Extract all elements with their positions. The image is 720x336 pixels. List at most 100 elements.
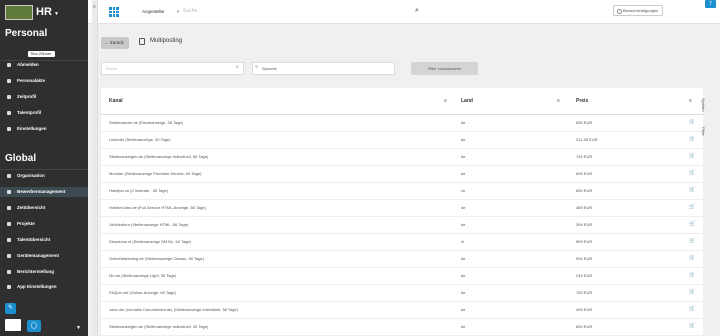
column-header-preis[interactable]: Preis [576, 98, 588, 104]
cart-icon[interactable]: 🛒 [689, 204, 695, 210]
page-title: Multiposting [150, 38, 183, 44]
cart-icon[interactable]: 🛒 [689, 255, 695, 261]
sidebar-item-label: Talentübersicht [17, 237, 51, 242]
cart-icon[interactable]: 🛒 [689, 170, 695, 176]
cell-kanal: Süddeutsche.de (Einzelanzeige, 28 Tage) [109, 120, 183, 125]
filter-side-tab[interactable]: Filter [701, 127, 706, 136]
cart-icon[interactable]: 🛒 [689, 289, 695, 295]
employee-selector[interactable]: Angestellte [142, 9, 164, 14]
sidebar-item-label: Abmelden [17, 62, 39, 67]
report-icon [7, 270, 11, 274]
cell-kanal: t3n.de (Stellenanzeige Light, 30 Tage) [109, 273, 177, 278]
file-icon [7, 79, 11, 83]
cell-land: de [461, 222, 466, 227]
cell-land: de [461, 307, 466, 312]
sidebar-item-projekte[interactable]: Projekte [0, 219, 88, 229]
search-input[interactable]: Suche [101, 62, 244, 75]
back-button[interactable]: Zurück [101, 37, 129, 49]
sidebar-item-label: Zeitprofil [17, 94, 37, 99]
status-button[interactable]: ◯ [27, 320, 41, 332]
table-row[interactable]: FAZjob.net (Online-Anzeige, 60 Tage) de 75… [101, 285, 703, 302]
table-row[interactable]: Süddeutsche.de (Einzelanzeige, 28 Tage) d… [101, 115, 703, 132]
table-row[interactable]: Jobs der (normalis Canonbuiddr.de) (Stel… [101, 302, 703, 319]
reset-filter-button[interactable]: Filter zurücksetzen [411, 62, 478, 75]
cell-preis: 594 EUR [576, 256, 593, 261]
cell-kanal: Hoteljob.ch (2 Inserate , 30 Tage) [109, 188, 169, 193]
language-select[interactable]: Sprache [252, 62, 395, 75]
table-row[interactable]: Stellenanzeigen.de (Stellenanzeige Indiv… [101, 149, 703, 166]
cell-preis: 699 EUR [576, 171, 593, 176]
sidebar-item-zeituebersicht[interactable]: Zeitübersicht [0, 203, 88, 213]
search-icon[interactable]: ⌕ [236, 64, 239, 70]
table-row[interactable]: t3n.de (Stellenanzeige Light, 30 Tage) de… [101, 268, 703, 285]
cell-land: de [461, 256, 466, 261]
cell-kanal: Stellenanzeigen.de (Stellenanzeige Indiv… [109, 154, 209, 159]
star-icon [7, 111, 11, 115]
cart-icon[interactable]: 🛒 [689, 187, 695, 193]
sidebar-item-berichterstellung[interactable]: Berichterstellung [0, 267, 88, 277]
cell-preis: 489 EUR [576, 205, 593, 210]
sidebar-item-zeitprofil[interactable]: Zeitprofil [0, 92, 88, 102]
cell-kanal: HotelierJobs.de (Full-Service HTML-Anzei… [109, 205, 206, 210]
column-menu-icon[interactable]: ≡ [689, 98, 692, 104]
clock-icon [7, 95, 11, 99]
table-row[interactable]: JobMedieur (Stellenanzeige HTML, 56 Tage… [101, 217, 703, 234]
sidebar-item-organisation[interactable]: Organisation [0, 171, 88, 181]
table-row[interactable]: Stellenanzeigen.de (Stellenanzeige Indiv… [101, 319, 703, 336]
header-search-input[interactable]: Suche... [183, 8, 201, 14]
cell-preis: 690 EUR [576, 324, 593, 329]
cart-icon[interactable]: 🛒 [689, 306, 695, 312]
sidebar-item-app-einstellungen[interactable]: App Einstellungen [0, 282, 88, 292]
cell-preis: 499 EUR [576, 307, 593, 312]
notifications-button[interactable]: Benachrichtigungen [613, 5, 663, 16]
sidebar-item-label: Projekte [17, 221, 35, 226]
sidebar-item-geraetemanagement[interactable]: Gerätemanagement [0, 251, 88, 261]
table-row[interactable]: HotelierJobs.de (Full-Service HTML-Anzei… [101, 200, 703, 217]
column-menu-icon[interactable]: ≡ [444, 98, 447, 104]
sidebar-item-label: Einstellungen [17, 126, 47, 131]
sidebar-item-talentprofil[interactable]: Talentprofil [0, 108, 88, 118]
channels-table: Kanal ≡ Land ≡ Preis ≡ Süddeutsche.de (E… [101, 88, 703, 336]
column-menu-icon[interactable]: ≡ [557, 98, 560, 104]
sidebar-item-talentuebersicht[interactable]: Talentübersicht [0, 235, 88, 245]
edit-button[interactable]: ✎ [5, 303, 16, 314]
cell-preis: 650 EUR [576, 188, 593, 193]
org-icon [7, 174, 11, 178]
table-row[interactable]: LinkedIn (Stellenanzeige, 30 Tage) de 211.… [101, 132, 703, 149]
cart-icon[interactable]: 🛒 [689, 238, 695, 244]
chevron-down-icon[interactable]: ▼ [176, 9, 180, 14]
search-icon[interactable]: ⌕ [415, 7, 419, 15]
table-row[interactable]: Hoteljob.ch (2 Inserate , 30 Tage) ch 650 … [101, 183, 703, 200]
cart-icon[interactable]: 🛒 [689, 272, 695, 278]
table-row[interactable]: Stepstone.nl (Stellenanzeige SM.NL, 60 T… [101, 234, 703, 251]
cell-land: de [461, 137, 466, 142]
cart-icon[interactable]: 🛒 [689, 153, 695, 159]
sidebar-item-logout[interactable]: Abmelden [0, 60, 88, 70]
column-header-kanal[interactable]: Kanal [109, 98, 123, 104]
sidebar: HR ▼ Personal Tina Zöhner Abmelden Perso… [0, 0, 88, 336]
cart-icon[interactable]: 🛒 [689, 221, 695, 227]
cart-icon[interactable]: 🛒 [689, 119, 695, 125]
cell-land: de [461, 205, 466, 210]
apps-grid-icon[interactable] [109, 7, 119, 17]
cell-preis: 599 EUR [576, 239, 593, 244]
chevron-down-icon[interactable]: ▼ [76, 325, 81, 331]
clock-icon [7, 206, 11, 210]
cell-preis: 211.95 EUR [576, 137, 598, 142]
cart-icon[interactable]: 🛒 [689, 323, 695, 329]
cell-kanal: OnlineMarketing.de (Stellenanzeige Class… [109, 256, 205, 261]
message-button[interactable] [5, 319, 21, 331]
table-row[interactable]: OnlineMarketing.de (Stellenanzeige Class… [101, 251, 703, 268]
cell-preis: 249 EUR [576, 273, 593, 278]
cell-kanal: JobMedieur (Stellenanzeige HTML, 56 Tage… [109, 222, 189, 227]
sidebar-item-einstellungen[interactable]: Einstellungen [0, 124, 88, 134]
sidebar-item-label: Organisation [17, 173, 45, 178]
columns-side-tab[interactable]: Spalten [701, 98, 706, 112]
sidebar-item-personalakte[interactable]: Personalakte [0, 76, 88, 86]
cart-icon[interactable]: 🛒 [689, 136, 695, 142]
column-header-land[interactable]: Land [461, 98, 473, 104]
table-row[interactable]: Monster (Stellenanzeige Premium Service,… [101, 166, 703, 183]
sidebar-collapse-handle[interactable]: ≡ [92, 0, 98, 336]
brand-caret-icon[interactable]: ▼ [54, 11, 59, 17]
sidebar-item-bewerbermanagement[interactable]: Bewerbermanagement [0, 187, 88, 197]
